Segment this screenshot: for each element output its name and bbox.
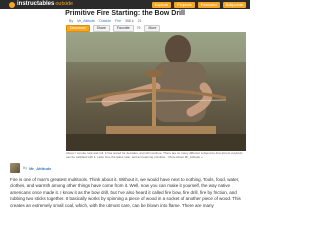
author-box: By Mr_Attitude (10, 162, 142, 174)
bow-drill-photo (66, 32, 246, 151)
article-toolbar: Download Share Favorite 79 More (66, 24, 163, 32)
page-title: Primitive Fire Starting: the Bow Drill (65, 10, 185, 17)
author-about-caption: About: I smoke rock and roll. It has tes… (66, 152, 243, 159)
share-button[interactable]: Share (92, 24, 110, 32)
byline: By Mr_Attitude Outside Fire 368 k 21 (69, 19, 144, 23)
site-logo[interactable]: instructables outside (9, 0, 73, 9)
avatar[interactable] (10, 163, 20, 173)
robot-logo-icon (9, 1, 15, 8)
views-count: 368 k (125, 19, 134, 23)
favorite-button[interactable]: Favorite (112, 24, 134, 32)
nav-item-projects[interactable]: Projects (174, 1, 195, 8)
byline-category-link[interactable]: Outside (99, 19, 111, 23)
favorite-count: 79 (136, 26, 141, 30)
more-button[interactable]: More (144, 24, 161, 32)
site-header: instructables outside Explore Projects F… (0, 0, 250, 9)
nav-item-featured[interactable]: Featured (197, 1, 220, 8)
favorites-count: 21 (137, 19, 142, 23)
author-label: By (23, 166, 28, 170)
author-name-link[interactable]: Mr_Attitude (29, 166, 51, 171)
hero-image[interactable] (66, 32, 246, 151)
byline-subcategory-link[interactable]: Fire (115, 19, 121, 23)
logo-sub-text: outside (55, 1, 74, 7)
byline-author-link[interactable]: Mr_Attitude (77, 19, 95, 23)
category-nav: Explore Projects Featured Ballpoints (149, 1, 246, 8)
byline-prefix: By (69, 19, 74, 23)
logo-main-text: instructables (17, 1, 55, 7)
article-body: Fire is one of man's greatest multitools… (10, 177, 241, 208)
nav-item-explore[interactable]: Explore (151, 1, 172, 8)
download-button[interactable]: Download (66, 24, 90, 32)
nav-item-ballpoints[interactable]: Ballpoints (222, 1, 246, 8)
